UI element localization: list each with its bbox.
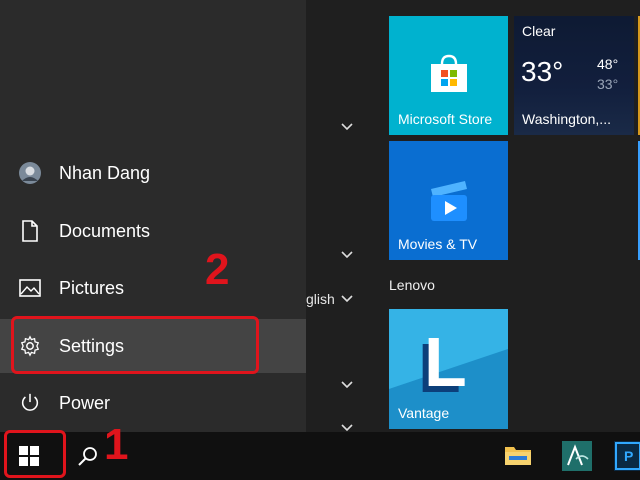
user-name: Nhan Dang — [59, 162, 151, 183]
movies-tile-label: Movies & TV — [398, 236, 478, 252]
step-marker-1: 1 — [104, 420, 129, 469]
power-button[interactable]: Power — [0, 376, 306, 430]
weather-temp: 33° — [521, 56, 564, 87]
pictures-label: Pictures — [59, 277, 125, 298]
chevron-down-icon[interactable] — [340, 294, 354, 304]
user-avatar-icon — [18, 161, 42, 185]
highlight-start-box — [4, 430, 66, 478]
pictures-icon — [18, 276, 42, 300]
movies-tv-tile[interactable]: Movies & TV — [389, 141, 508, 260]
search-icon — [78, 447, 97, 466]
weather-tile[interactable]: Clear 33° 48° 33° Washington,... — [514, 16, 634, 135]
power-icon — [18, 391, 42, 415]
store-bag-icon — [431, 54, 467, 92]
pictures-button[interactable]: Pictures — [0, 261, 306, 315]
document-icon — [18, 219, 42, 243]
vantage-logo-letter: L — [424, 323, 467, 401]
documents-button[interactable]: Documents — [0, 204, 306, 258]
chevron-down-icon[interactable] — [340, 250, 354, 260]
app-list-partial-label[interactable]: glish — [306, 291, 335, 307]
film-play-icon — [431, 181, 467, 221]
app-list[interactable] — [306, 0, 378, 432]
user-account-button[interactable]: Nhan Dang — [0, 146, 306, 200]
photoshop-partial-icon[interactable]: P — [614, 441, 640, 471]
vantage-tile[interactable]: L Vantage — [389, 309, 508, 429]
vantage-tile-label: Vantage — [398, 405, 450, 421]
weather-condition: Clear — [522, 23, 556, 39]
search-button[interactable] — [64, 432, 108, 480]
svg-text:P: P — [624, 448, 633, 464]
highlight-settings-box — [11, 316, 259, 374]
step-marker-2: 2 — [205, 245, 230, 294]
weather-high: 48° — [597, 56, 619, 72]
chevron-down-icon[interactable] — [340, 122, 354, 132]
power-label: Power — [59, 392, 111, 413]
app-taskbar-icon[interactable] — [562, 441, 592, 471]
microsoft-store-tile[interactable]: Microsoft Store — [389, 16, 508, 135]
file-explorer-icon[interactable] — [504, 443, 532, 467]
weather-low: 33° — [597, 76, 619, 92]
chevron-down-icon[interactable] — [340, 380, 354, 390]
documents-label: Documents — [59, 220, 151, 241]
tile-group-header[interactable]: Lenovo — [389, 277, 435, 293]
store-tile-label: Microsoft Store — [398, 111, 493, 127]
weather-location: Washington,... — [522, 111, 611, 127]
